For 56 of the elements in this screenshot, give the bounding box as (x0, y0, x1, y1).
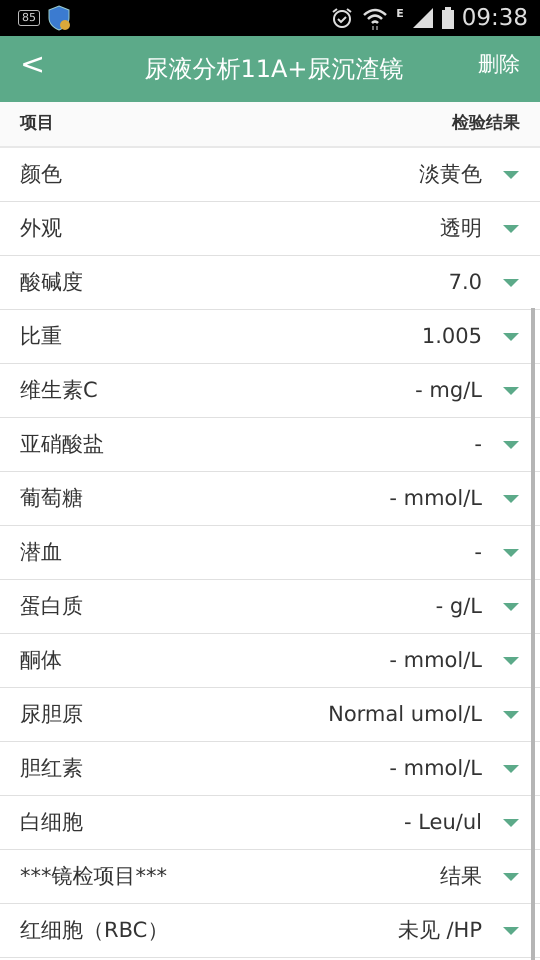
item-name: 红细胞（RBC） (20, 916, 168, 944)
item-name: 比重 (20, 322, 62, 350)
dropdown-arrow-icon (502, 602, 520, 612)
result-dropdown[interactable]: - Leu/ul (404, 806, 520, 838)
result-dropdown[interactable]: - mmol/L (389, 752, 520, 784)
notification-badge: 85 (18, 10, 40, 26)
alarm-icon (330, 6, 354, 30)
item-name: 葡萄糖 (20, 484, 83, 512)
result-dropdown[interactable]: - mmol/L (389, 482, 520, 514)
result-dropdown[interactable]: - (474, 536, 520, 568)
result-dropdown[interactable]: - g/L (436, 590, 520, 622)
item-name: 尿胆原 (20, 700, 83, 728)
column-header: 项目 (20, 112, 54, 136)
network-type: E (396, 6, 404, 22)
result-dropdown[interactable]: Normal umol/L (328, 698, 520, 730)
dropdown-arrow-icon (502, 764, 520, 774)
dropdown-arrow-icon (502, 818, 520, 828)
result-dropdown[interactable]: 1.005 (422, 320, 520, 352)
result-dropdown[interactable]: - mg/L (415, 374, 520, 406)
signal-icon (412, 7, 434, 29)
item-name: 白细胞 (20, 808, 83, 836)
item-name: 外观 (20, 214, 62, 242)
dropdown-arrow-icon (502, 872, 520, 882)
dropdown-arrow-icon (502, 440, 520, 450)
dropdown-arrow-icon (502, 710, 520, 720)
status-time: 09:38 (462, 4, 528, 33)
screen-title: 尿液分析11A+尿沉渣镜 (144, 54, 404, 85)
result-dropdown[interactable]: 未见 /HP (398, 914, 520, 946)
item-name: 酸碱度 (20, 268, 83, 296)
result-dropdown[interactable]: - (474, 428, 520, 460)
dropdown-arrow-icon (502, 926, 520, 936)
column-header: 检验结果 (452, 112, 520, 136)
dropdown-arrow-icon (502, 278, 520, 288)
item-name: 蛋白质 (20, 592, 83, 620)
item-name: 维生素C (20, 376, 98, 404)
dropdown-arrow-icon (502, 494, 520, 504)
dropdown-arrow-icon (502, 656, 520, 666)
item-name: ***镜检项目*** (20, 862, 167, 890)
shield-icon (48, 5, 70, 31)
item-name: 亚硝酸盐 (20, 430, 104, 458)
wifi-icon (362, 6, 388, 30)
dropdown-arrow-icon (502, 224, 520, 234)
result-dropdown[interactable]: 淡黄色 (419, 158, 520, 190)
dropdown-arrow-icon (502, 386, 520, 396)
battery-icon (442, 7, 454, 29)
item-name: 酮体 (20, 646, 62, 674)
item-name: 胆红素 (20, 754, 83, 782)
result-dropdown[interactable]: 7.0 (448, 266, 520, 298)
item-name: 潜血 (20, 538, 62, 566)
result-dropdown[interactable]: - mmol/L (389, 644, 520, 676)
result-dropdown[interactable]: 透明 (440, 212, 520, 244)
dropdown-arrow-icon (502, 170, 520, 180)
result-dropdown[interactable]: 结果 (440, 860, 520, 892)
dropdown-arrow-icon (502, 548, 520, 558)
item-name: 颜色 (20, 160, 62, 188)
dropdown-arrow-icon (502, 332, 520, 342)
